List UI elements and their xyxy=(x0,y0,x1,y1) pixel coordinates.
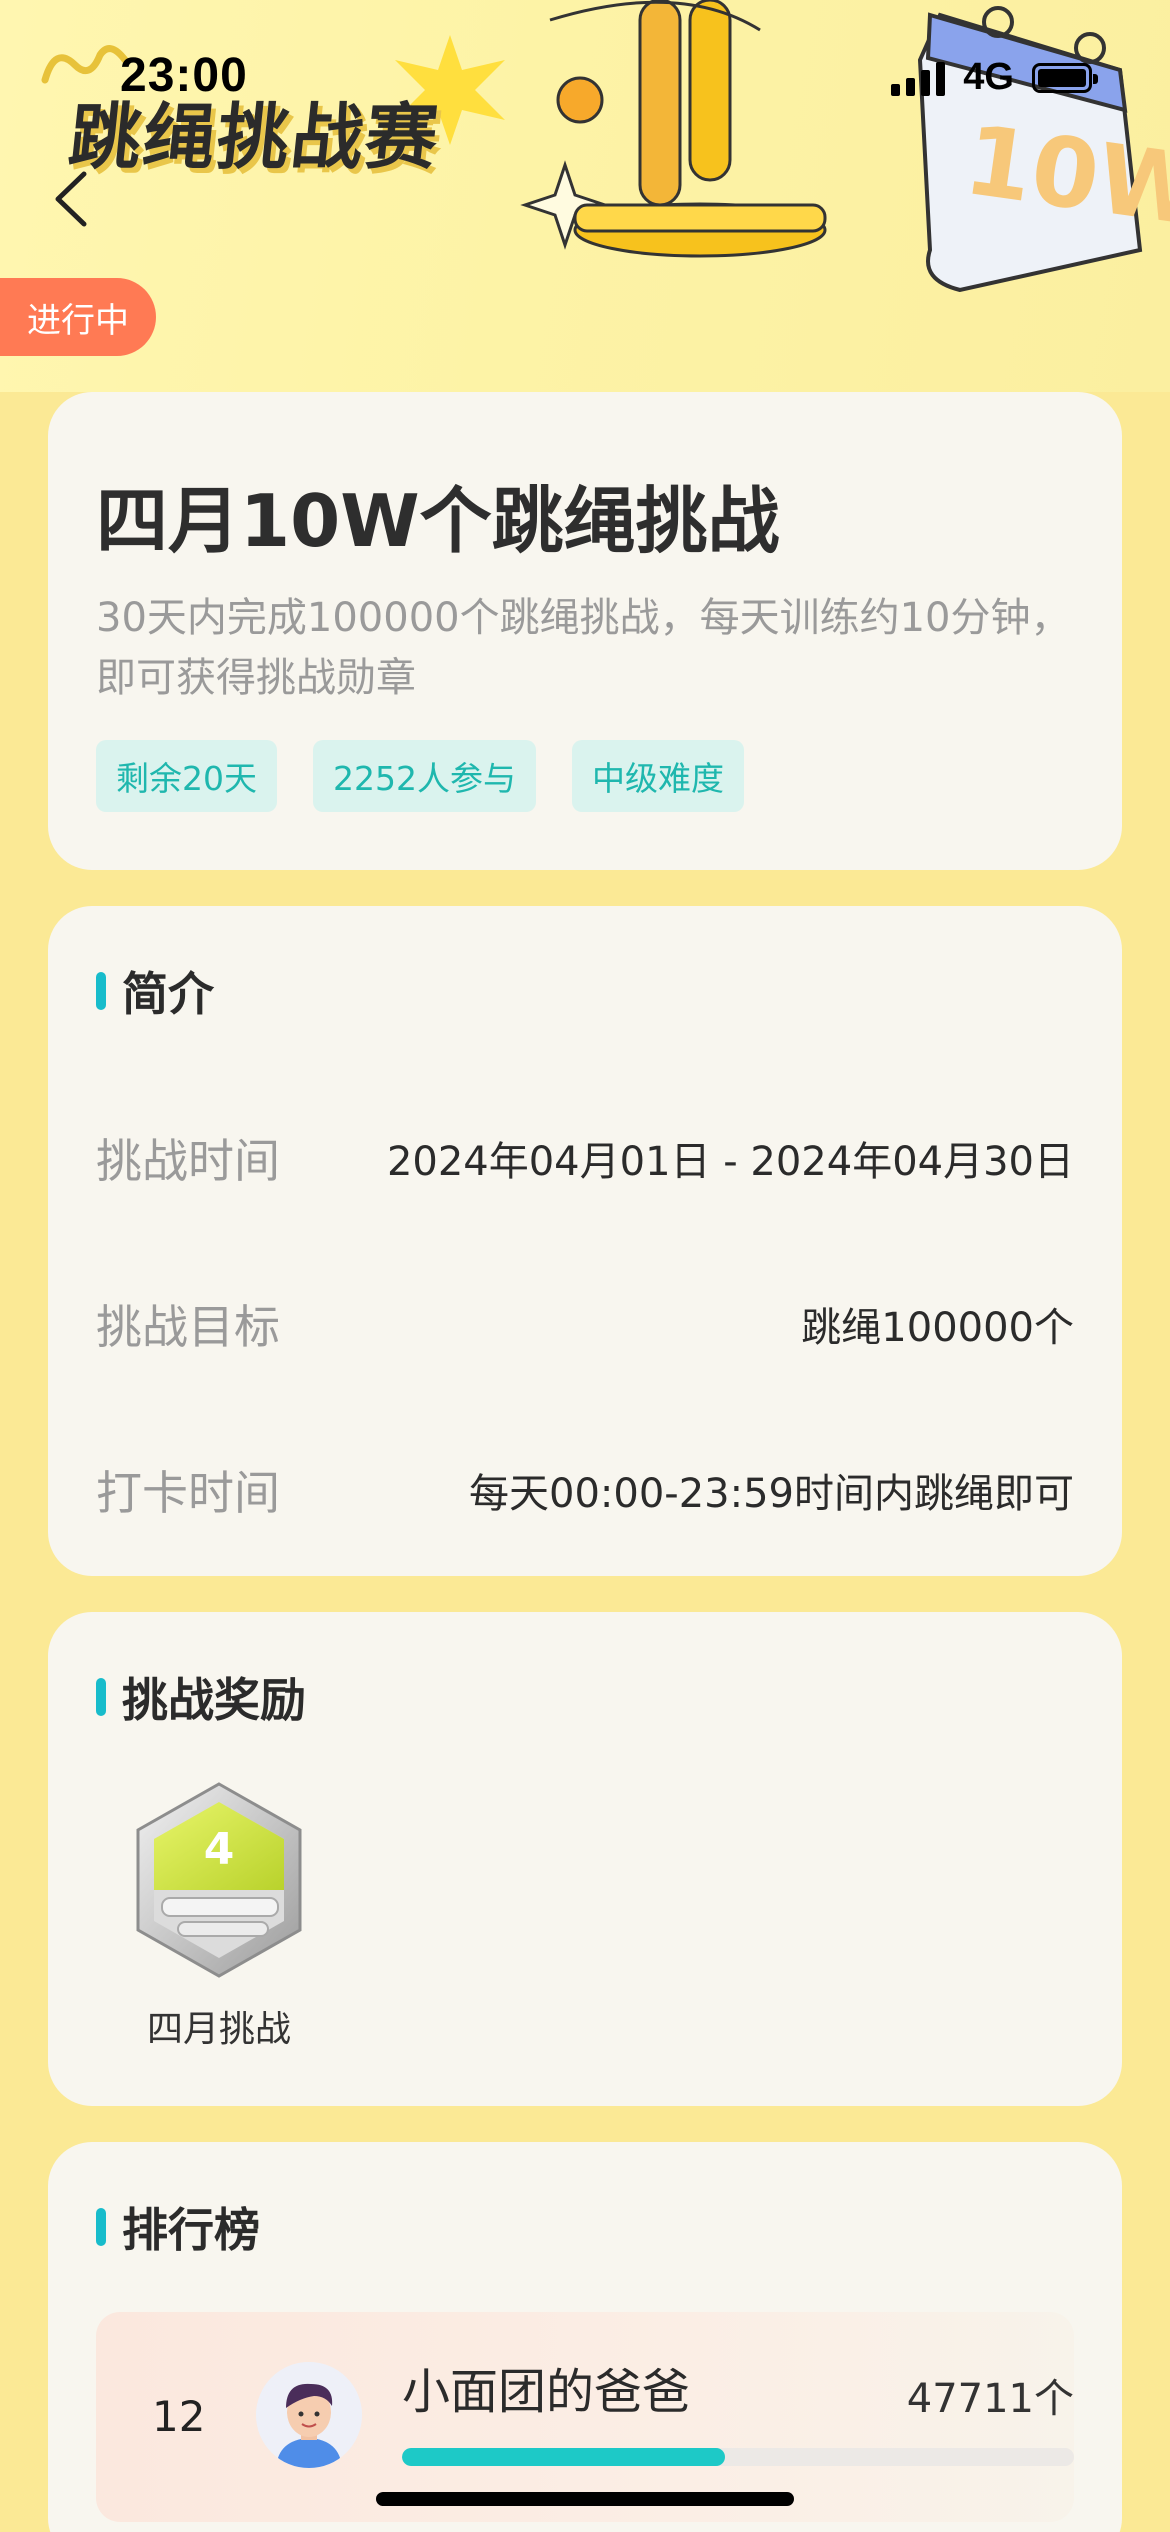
rank-number: 12 xyxy=(152,2392,206,2441)
rewards-section-title-text: 挑战奖励 xyxy=(122,1673,306,1727)
section-accent-bar xyxy=(96,972,106,1010)
leaderboard-row[interactable]: 12 小面团的爸爸 47711个 xyxy=(96,2312,1074,2522)
hero-banner: 10W 跳绳挑战赛 23:00 4G 进行中 xyxy=(0,0,1170,392)
info-row-checkin-time: 打卡时间 每天00:00-23:59时间内跳绳即可 xyxy=(96,1460,1074,1520)
section-accent-bar xyxy=(96,1678,106,1716)
info-label: 挑战目标 xyxy=(96,1300,280,1354)
info-label: 打卡时间 xyxy=(96,1466,280,1520)
info-value: 2024年04月01日 - 2024年04月30日 xyxy=(386,1139,1074,1185)
info-row-challenge-goal: 挑战目标 跳绳100000个 xyxy=(96,1294,1074,1354)
avatar[interactable] xyxy=(256,2362,362,2468)
network-type: 4G xyxy=(963,56,1014,98)
leaderboard-section-title-text: 排行榜 xyxy=(122,2203,260,2257)
back-button[interactable] xyxy=(46,166,96,232)
tag-remaining-days: 剩余20天 xyxy=(96,740,277,812)
status-indicators: 4G xyxy=(891,56,1098,99)
badge-label: 四月挑战 xyxy=(146,2009,291,2050)
home-indicator[interactable] xyxy=(376,2492,794,2506)
badge-numeral: 4 xyxy=(204,1824,235,1875)
info-label: 挑战时间 xyxy=(96,1134,280,1188)
info-row-challenge-time: 挑战时间 2024年04月01日 - 2024年04月30日 xyxy=(96,1128,1074,1188)
rewards-section-title: 挑战奖励 xyxy=(96,1664,306,1730)
challenge-title: 四月10W个跳绳挑战 xyxy=(96,479,780,563)
leaderboard-card: 排行榜 12 小面团的爸爸 47711个 xyxy=(48,2142,1122,2532)
intro-section-title-text: 简介 xyxy=(122,967,214,1021)
status-time: 23:00 xyxy=(120,49,248,102)
challenge-tags: 剩余20天 2252人参与 中级难度 xyxy=(96,740,744,812)
challenge-summary-card: 四月10W个跳绳挑战 30天内完成100000个跳绳挑战，每天训练约10分钟，即… xyxy=(48,392,1122,870)
medal-badge-icon[interactable]: 4 xyxy=(128,1780,310,1980)
rank-user-name: 小面团的爸爸 xyxy=(402,2364,691,2420)
intro-section-title: 简介 xyxy=(96,958,214,1024)
calendar-illustration-icon: 10W xyxy=(520,0,1170,293)
leaderboard-section-title: 排行榜 xyxy=(96,2194,260,2260)
rewards-card: 挑战奖励 4 四月挑战 xyxy=(48,1612,1122,2106)
tag-participants: 2252人参与 xyxy=(313,740,536,812)
challenge-description: 30天内完成100000个跳绳挑战，每天训练约10分钟，即可获得挑战勋章 xyxy=(96,595,1071,701)
chevron-left-icon xyxy=(55,171,87,227)
info-value: 跳绳100000个 xyxy=(801,1305,1074,1351)
intro-card: 简介 挑战时间 2024年04月01日 - 2024年04月30日 挑战目标 跳… xyxy=(48,906,1122,1576)
status-badge: 进行中 xyxy=(0,278,156,356)
rank-count: 47711个 xyxy=(906,2376,1074,2422)
rank-progress-bar xyxy=(402,2448,1074,2466)
signal-icon xyxy=(891,60,946,96)
rank-progress-fill xyxy=(402,2448,725,2466)
section-accent-bar xyxy=(96,2208,106,2246)
info-value: 每天00:00-23:59时间内跳绳即可 xyxy=(469,1471,1074,1517)
user-avatar-icon xyxy=(256,2362,362,2468)
tag-difficulty: 中级难度 xyxy=(571,740,744,812)
battery-icon xyxy=(1032,62,1098,93)
